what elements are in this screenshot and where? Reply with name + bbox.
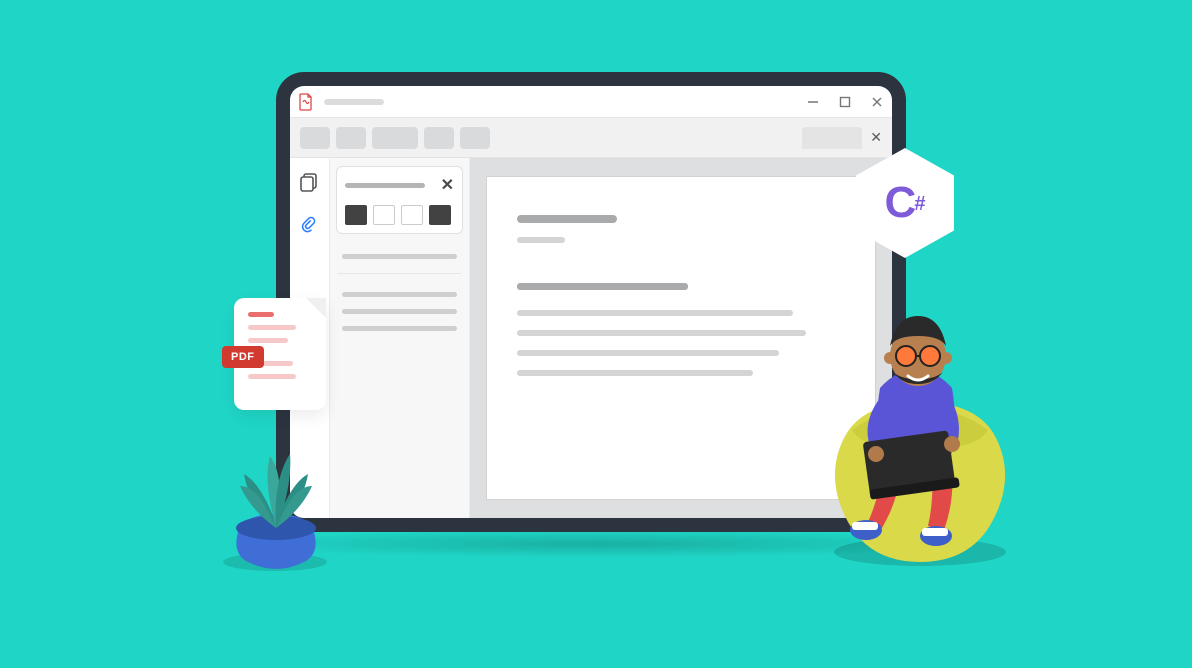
- doc-line: [517, 283, 688, 290]
- side-panel: ✕: [330, 158, 470, 518]
- toolbar-button[interactable]: [460, 127, 490, 149]
- csharp-hash: #: [914, 193, 925, 216]
- attachment-icon[interactable]: [299, 216, 321, 238]
- panel-header: ✕: [336, 166, 463, 234]
- panel-title-placeholder: [345, 183, 425, 188]
- panel-close-icon[interactable]: ✕: [441, 175, 454, 195]
- panel-divider: [338, 273, 461, 274]
- doc-line: [517, 350, 779, 356]
- pdf-app-window: ✕ ✕: [290, 86, 892, 518]
- csharp-letter: C: [885, 178, 917, 228]
- tablet-frame: ✕ ✕: [276, 72, 906, 532]
- panel-item[interactable]: [342, 309, 457, 314]
- toolbar-button[interactable]: [424, 127, 454, 149]
- swatch[interactable]: [401, 205, 423, 225]
- titlebar: [290, 86, 892, 118]
- tab-close-icon[interactable]: ✕: [870, 129, 882, 146]
- toolbar-tab[interactable]: [802, 127, 862, 149]
- panel-item[interactable]: [342, 254, 457, 259]
- csharp-logo: C #: [885, 178, 926, 228]
- pdf-card-line: [248, 325, 296, 330]
- close-button[interactable]: [870, 95, 884, 109]
- doc-line: [517, 310, 793, 316]
- pdf-badge: PDF: [222, 346, 264, 368]
- page-fold-icon: [306, 298, 326, 318]
- main-area: ✕: [290, 158, 892, 518]
- window-title-placeholder: [324, 99, 384, 105]
- tab-strip: ✕: [802, 127, 882, 149]
- csharp-hexagon: C #: [856, 148, 954, 258]
- toolbar-button[interactable]: [336, 127, 366, 149]
- panel-item[interactable]: [342, 326, 457, 331]
- doc-heading-placeholder: [517, 215, 617, 223]
- pdf-card-line: [248, 338, 288, 343]
- swatch[interactable]: [373, 205, 395, 225]
- doc-line: [517, 370, 753, 376]
- toolbar-button[interactable]: [300, 127, 330, 149]
- toolbar: ✕: [290, 118, 892, 158]
- panel-item[interactable]: [342, 292, 457, 297]
- swatch[interactable]: [429, 205, 451, 225]
- window-controls: [806, 95, 884, 109]
- pdf-file-card: PDF: [234, 298, 326, 410]
- plant-illustration: [200, 414, 350, 574]
- swatch[interactable]: [345, 205, 367, 225]
- developer-character: [820, 278, 1020, 568]
- minimize-button[interactable]: [806, 95, 820, 109]
- doc-subheading-placeholder: [517, 237, 565, 243]
- pdf-app-icon: [298, 93, 314, 111]
- doc-line: [517, 330, 806, 336]
- toolbar-button[interactable]: [372, 127, 418, 149]
- pdf-card-line: [248, 374, 296, 379]
- pdf-card-line: [248, 312, 274, 317]
- pages-icon[interactable]: [299, 172, 321, 194]
- swatch-row: [345, 205, 454, 225]
- maximize-button[interactable]: [838, 95, 852, 109]
- document-page: [486, 176, 876, 500]
